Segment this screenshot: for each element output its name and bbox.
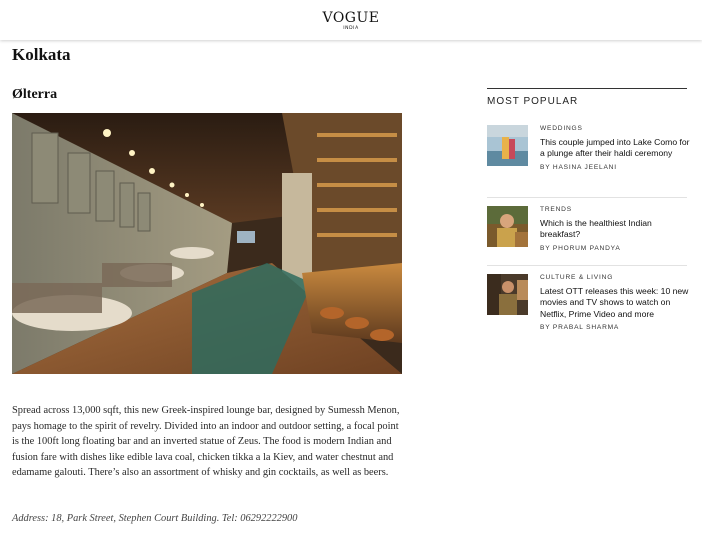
story-divider: [487, 197, 687, 198]
story-category[interactable]: WEDDINGS: [540, 125, 690, 133]
story-byline: BY PRABAL SHARMA: [540, 324, 620, 332]
venue-heading: Ølterra: [12, 87, 58, 102]
story-category[interactable]: CULTURE & LIVING: [540, 274, 690, 282]
story-byline: BY HASINA JEELANI: [540, 163, 617, 171]
venue-address: Address: 18, Park Street, Stephen Court …: [12, 513, 298, 524]
story-byline: BY PHORUM PANDYA: [540, 244, 621, 252]
most-popular-divider: [487, 88, 687, 89]
story-thumbnail[interactable]: [487, 274, 528, 315]
story-thumbnail[interactable]: [487, 206, 528, 247]
section-heading-city: Kolkata: [12, 45, 71, 64]
story-headline[interactable]: This couple jumped into Lake Como for a …: [540, 137, 690, 160]
most-popular-heading: MOST POPULAR: [487, 96, 579, 107]
top-navigation-bar: VOGUE INDIA: [0, 0, 702, 40]
article-body-text: Spread across 13,000 sqft, this new Gree…: [12, 405, 400, 479]
logo-subtitle: INDIA: [343, 26, 359, 31]
venue-hero-image: [12, 113, 402, 374]
logo-wordmark: VOGUE: [322, 10, 380, 26]
story-headline[interactable]: Which is the healthiest Indian breakfast…: [540, 218, 690, 241]
story-thumbnail[interactable]: [487, 125, 528, 166]
story-category[interactable]: TRENDS: [540, 206, 690, 214]
vogue-india-logo[interactable]: VOGUE INDIA: [0, 11, 702, 32]
story-headline[interactable]: Latest OTT releases this week: 10 new mo…: [540, 286, 690, 320]
story-divider: [487, 265, 687, 266]
